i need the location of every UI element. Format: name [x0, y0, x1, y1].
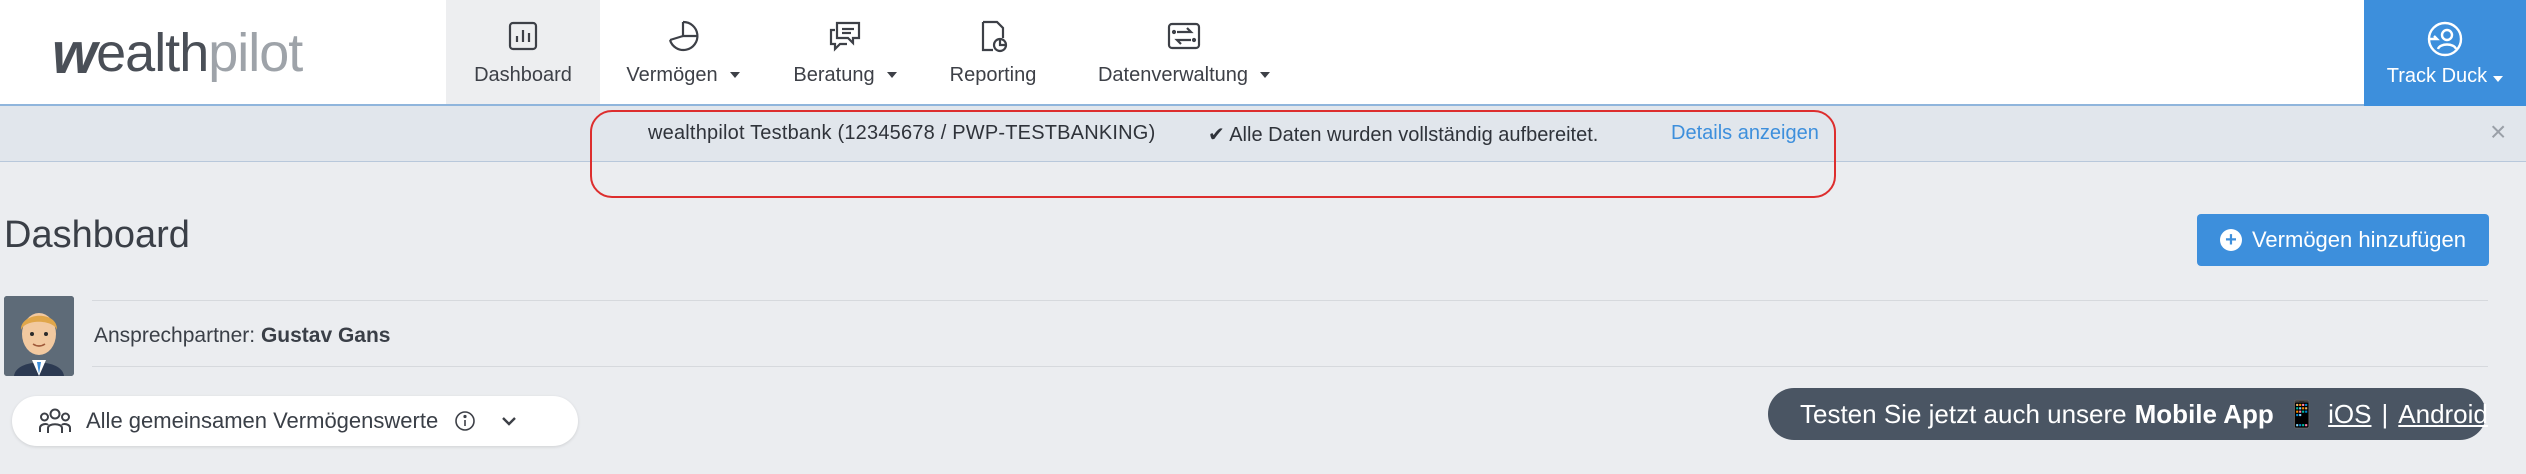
contact-name[interactable]: Gustav Gans	[261, 324, 391, 347]
logo-pilot: pilot	[208, 23, 303, 83]
chat-bubbles-icon	[829, 21, 861, 52]
android-link[interactable]: Android	[2398, 399, 2488, 430]
top-navbar: w ealth pilot Dashboard Vermögen Beratung	[0, 0, 2526, 106]
logo-ealth: ealth	[96, 23, 209, 83]
banner-separator: |	[2381, 398, 2389, 429]
banner-prefix: Testen Sie jetzt auch unsere	[1800, 398, 2127, 429]
add-asset-button[interactable]: + Vermögen hinzufügen	[2197, 214, 2489, 266]
status-message: ✔ Alle Daten wurden vollständig aufberei…	[1208, 122, 1598, 147]
advisor-avatar	[4, 296, 74, 376]
user-menu-button[interactable]: Track Duck	[2364, 0, 2526, 106]
advisor-portrait-icon	[4, 296, 74, 376]
user-name-label: Track Duck	[2386, 64, 2488, 87]
logo-w: w	[52, 20, 97, 86]
plus-circle-icon: +	[2219, 229, 2242, 251]
nav-beratung[interactable]: Beratung	[780, 0, 910, 104]
data-transfer-icon	[1167, 22, 1201, 49]
contact-person: Ansprechpartner: Gustav Gans	[94, 324, 391, 348]
add-asset-label: Vermögen hinzufügen	[2251, 227, 2467, 252]
caret-down-icon	[886, 72, 897, 78]
nav-dashboard[interactable]: Dashboard	[446, 0, 600, 104]
nav-datenverwaltung-label: Datenverwaltung	[1097, 63, 1249, 86]
phone-icon: 📱	[2285, 398, 2319, 429]
people-group-icon	[39, 408, 71, 433]
pie-chart-icon	[668, 20, 699, 51]
status-text: Alle Daten wurden vollständig aufbereite…	[1229, 124, 1599, 146]
contact-label: Ansprechpartner:	[94, 324, 256, 347]
chevron-down-icon[interactable]	[498, 410, 520, 432]
wealthpilot-logo[interactable]: w ealth pilot	[52, 18, 303, 88]
nav-beratung-label: Beratung	[793, 63, 875, 86]
page-title: Dashboard	[4, 214, 190, 256]
ios-link[interactable]: iOS	[2328, 399, 2371, 430]
banner-mobile-app: Mobile App	[2134, 398, 2274, 429]
nav-reporting-label: Reporting	[949, 63, 1037, 86]
nav-dashboard-label: Dashboard	[474, 63, 572, 86]
user-switch-icon	[2427, 21, 2463, 56]
divider	[92, 300, 2488, 301]
asset-scope-selector[interactable]: Alle gemeinsamen Vermögenswerte	[12, 396, 578, 446]
nav-reporting[interactable]: Reporting	[934, 0, 1052, 104]
report-document-icon	[981, 20, 1008, 52]
nav-datenverwaltung[interactable]: Datenverwaltung	[1080, 0, 1288, 104]
caret-down-icon	[729, 72, 740, 78]
details-link[interactable]: Details anzeigen	[1671, 122, 1819, 145]
close-icon[interactable]: ×	[2490, 116, 2506, 148]
mobile-app-banner: Testen Sie jetzt auch unsere Mobile App …	[1768, 388, 2488, 440]
info-icon[interactable]	[454, 410, 476, 432]
nav-vermoegen-label: Vermögen	[626, 63, 718, 86]
caret-down-icon	[2493, 75, 2504, 82]
bank-connection-label: wealthpilot Testbank (12345678 / PWP-TES…	[648, 122, 1156, 144]
checkmark-icon: ✔	[1208, 124, 1225, 146]
bar-chart-icon	[508, 21, 538, 50]
caret-down-icon	[1260, 72, 1271, 78]
asset-scope-label: Alle gemeinsamen Vermögenswerte	[86, 408, 439, 433]
data-status-notice: wealthpilot Testbank (12345678 / PWP-TES…	[0, 106, 2526, 162]
nav-vermoegen[interactable]: Vermögen	[612, 0, 754, 104]
divider	[92, 366, 2488, 367]
